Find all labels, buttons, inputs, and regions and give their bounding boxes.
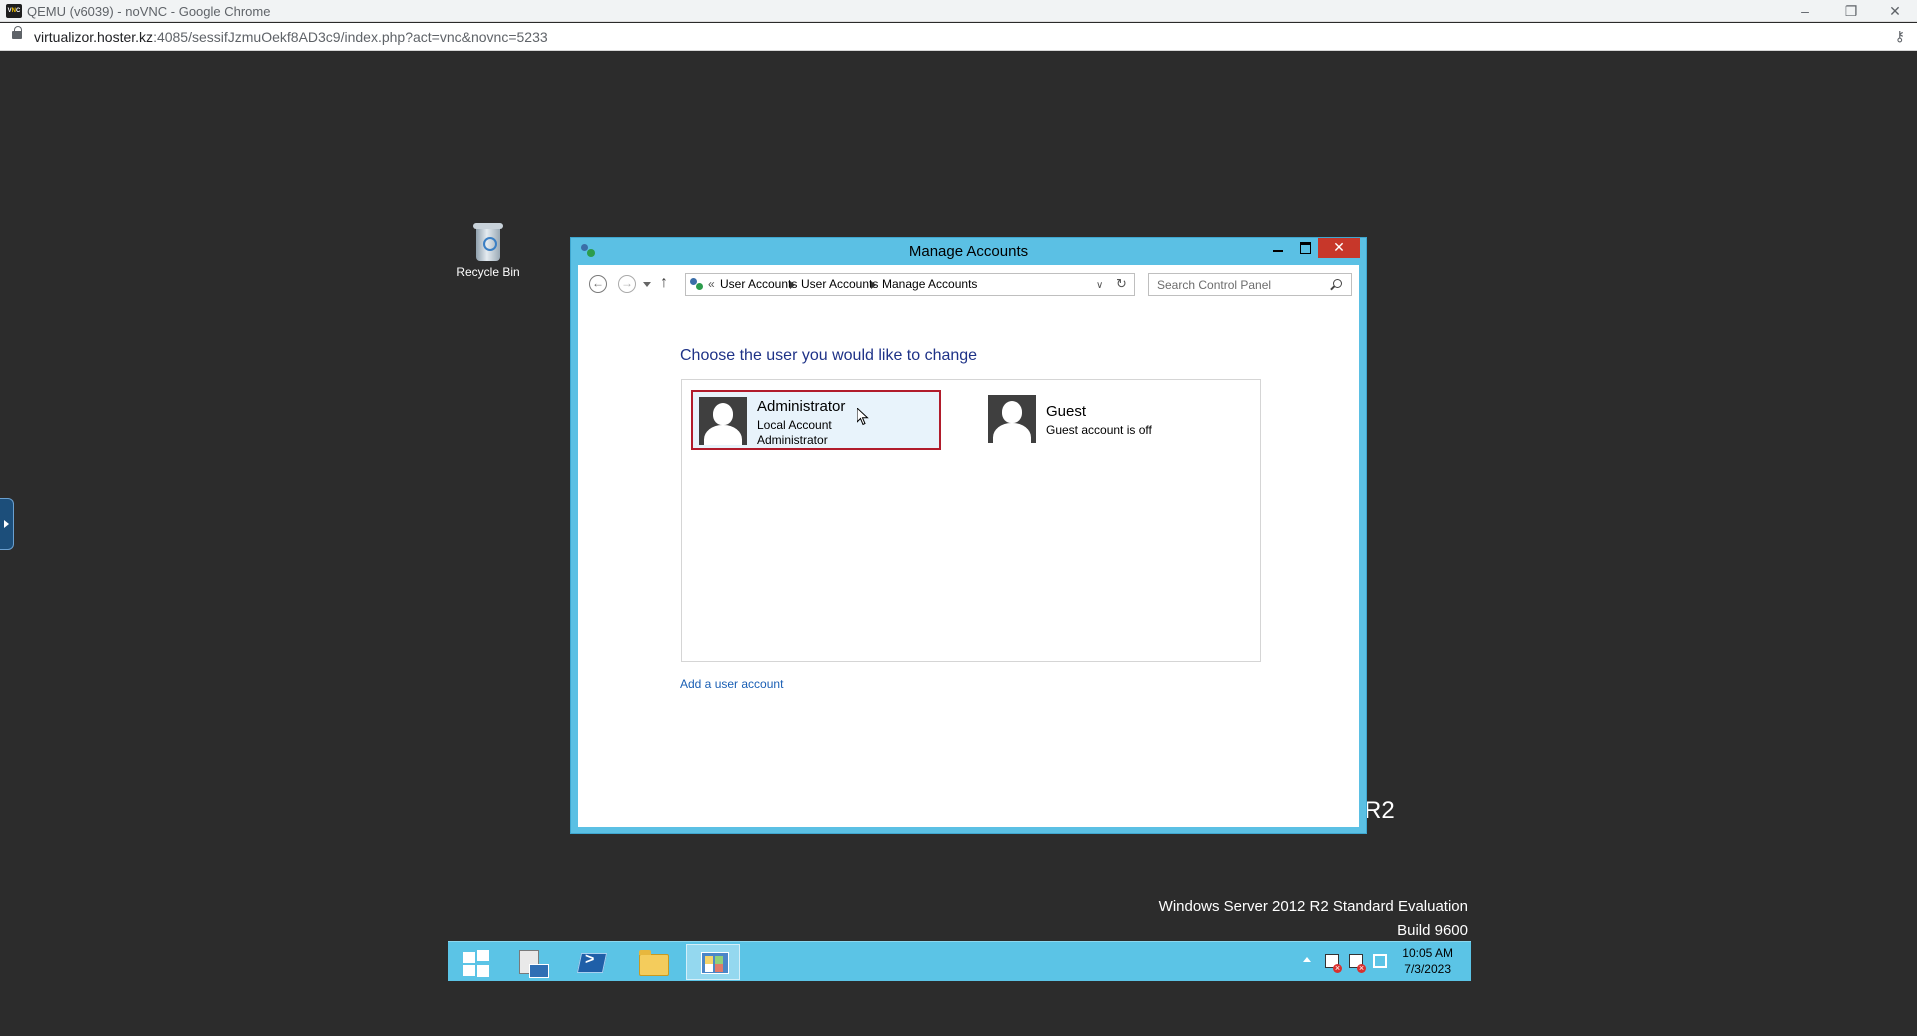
server-manager-taskbar-icon[interactable] — [503, 944, 557, 980]
address-history-dropdown[interactable]: ∨ — [1096, 280, 1103, 291]
account-status: Guest account is off — [1046, 423, 1152, 437]
accounts-list: Administrator Local Account Administrato… — [681, 379, 1261, 662]
address-bar[interactable]: « User Accounts User Accounts Manage Acc… — [685, 273, 1135, 296]
edition-line: Windows Server 2012 R2 Standard Evaluati… — [1158, 898, 1468, 915]
vnc-app-icon: VNC — [6, 4, 22, 18]
breadcrumb-overflow-chevron[interactable]: « — [708, 277, 715, 291]
breadcrumb-separator[interactable] — [790, 281, 795, 289]
file-explorer-taskbar-icon[interactable] — [625, 944, 679, 980]
window-title: Manage Accounts — [908, 243, 1029, 260]
taskbar: 10:05 AM 7/3/2023 — [448, 941, 1471, 981]
manage-accounts-window: Manage Accounts ✕ ← → ↑ « User Accounts … — [570, 237, 1367, 834]
recycle-bin-label: Recycle Bin — [456, 265, 520, 279]
desktop-watermark-fragment: R2 — [1364, 797, 1395, 824]
powershell-taskbar-icon[interactable] — [564, 944, 618, 980]
close-button[interactable]: ✕ — [1318, 238, 1360, 258]
control-panel-icon — [690, 278, 704, 291]
window-title-bar[interactable]: Manage Accounts ✕ — [571, 238, 1366, 265]
recycle-bin-icon — [472, 221, 504, 261]
browser-window-title: QEMU (v6039) - noVNC - Google Chrome — [27, 4, 271, 19]
browser-restore-button[interactable]: ❐ — [1829, 1, 1873, 21]
recent-locations-icon[interactable] — [643, 282, 651, 287]
account-tile-administrator[interactable]: Administrator Local Account Administrato… — [691, 390, 941, 450]
refresh-button[interactable]: ↻ — [1116, 276, 1127, 292]
browser-address-bar[interactable]: virtualizor.hoster.kz:4085/sessifJzmuOek… — [0, 23, 1917, 51]
start-button[interactable] — [452, 944, 506, 980]
network-icon[interactable] — [1373, 954, 1387, 968]
account-role: Administrator — [757, 433, 828, 447]
key-icon[interactable]: ⚷ — [1895, 28, 1905, 45]
browser-minimize-button[interactable]: – — [1783, 1, 1827, 21]
control-panel-taskbar-icon[interactable] — [686, 944, 740, 980]
page-heading: Choose the user you would like to change — [680, 347, 978, 364]
build-line: Build 9600 — [1397, 922, 1468, 939]
breadcrumb-user-accounts-1[interactable]: User Accounts — [720, 277, 797, 291]
alert-flag-icon[interactable] — [1349, 954, 1366, 973]
minimize-button[interactable] — [1264, 238, 1292, 258]
url-host: virtualizor.hoster.kz — [34, 29, 154, 45]
windows-edition-watermark: Windows Server 2012 R2 Standard Evaluati… — [1159, 895, 1468, 943]
window-content: ← → ↑ « User Accounts User Accounts Mana… — [578, 265, 1359, 827]
account-type: Local Account — [757, 418, 832, 432]
notification-area: 10:05 AM 7/3/2023 — [1281, 942, 1471, 981]
account-tile-guest[interactable]: Guest Guest account is off — [982, 390, 1232, 450]
system-clock[interactable]: 10:05 AM 7/3/2023 — [1402, 945, 1453, 977]
url-path: :4085/sessifJzmuOekf8AD3c9/index.php?act… — [153, 29, 548, 45]
clock-date: 7/3/2023 — [1404, 962, 1451, 976]
back-button[interactable]: ← — [589, 275, 607, 293]
forward-button[interactable]: → — [618, 275, 636, 293]
maximize-button[interactable] — [1292, 238, 1318, 258]
windows-logo-icon — [463, 952, 475, 963]
clock-time: 10:05 AM — [1402, 946, 1453, 960]
up-button[interactable]: ↑ — [660, 274, 668, 292]
search-input[interactable]: Search Control Panel — [1148, 273, 1352, 296]
breadcrumb-separator[interactable] — [871, 281, 876, 289]
browser-title-bar: VNC QEMU (v6039) - noVNC - Google Chrome… — [0, 0, 1917, 22]
user-avatar-icon — [988, 395, 1036, 443]
navigation-bar: ← → ↑ « User Accounts User Accounts Mana… — [578, 265, 1359, 302]
user-avatar-icon — [699, 397, 747, 445]
action-center-icon[interactable] — [1325, 954, 1342, 973]
browser-close-button[interactable]: ✕ — [1873, 1, 1917, 21]
url-text[interactable]: virtualizor.hoster.kz:4085/sessifJzmuOek… — [34, 29, 548, 45]
breadcrumb-user-accounts-2[interactable]: User Accounts — [801, 277, 878, 291]
novnc-control-bar-handle[interactable] — [0, 498, 14, 550]
account-name: Guest — [1046, 403, 1087, 420]
show-hidden-icons-icon[interactable] — [1303, 957, 1311, 962]
account-name: Administrator — [757, 398, 846, 415]
lock-icon[interactable] — [12, 26, 22, 39]
add-user-account-link[interactable]: Add a user account — [680, 677, 783, 691]
search-placeholder: Search Control Panel — [1157, 278, 1272, 292]
breadcrumb-manage-accounts[interactable]: Manage Accounts — [882, 277, 977, 291]
recycle-bin-shortcut[interactable]: Recycle Bin — [452, 221, 524, 279]
search-icon[interactable] — [1333, 279, 1342, 288]
